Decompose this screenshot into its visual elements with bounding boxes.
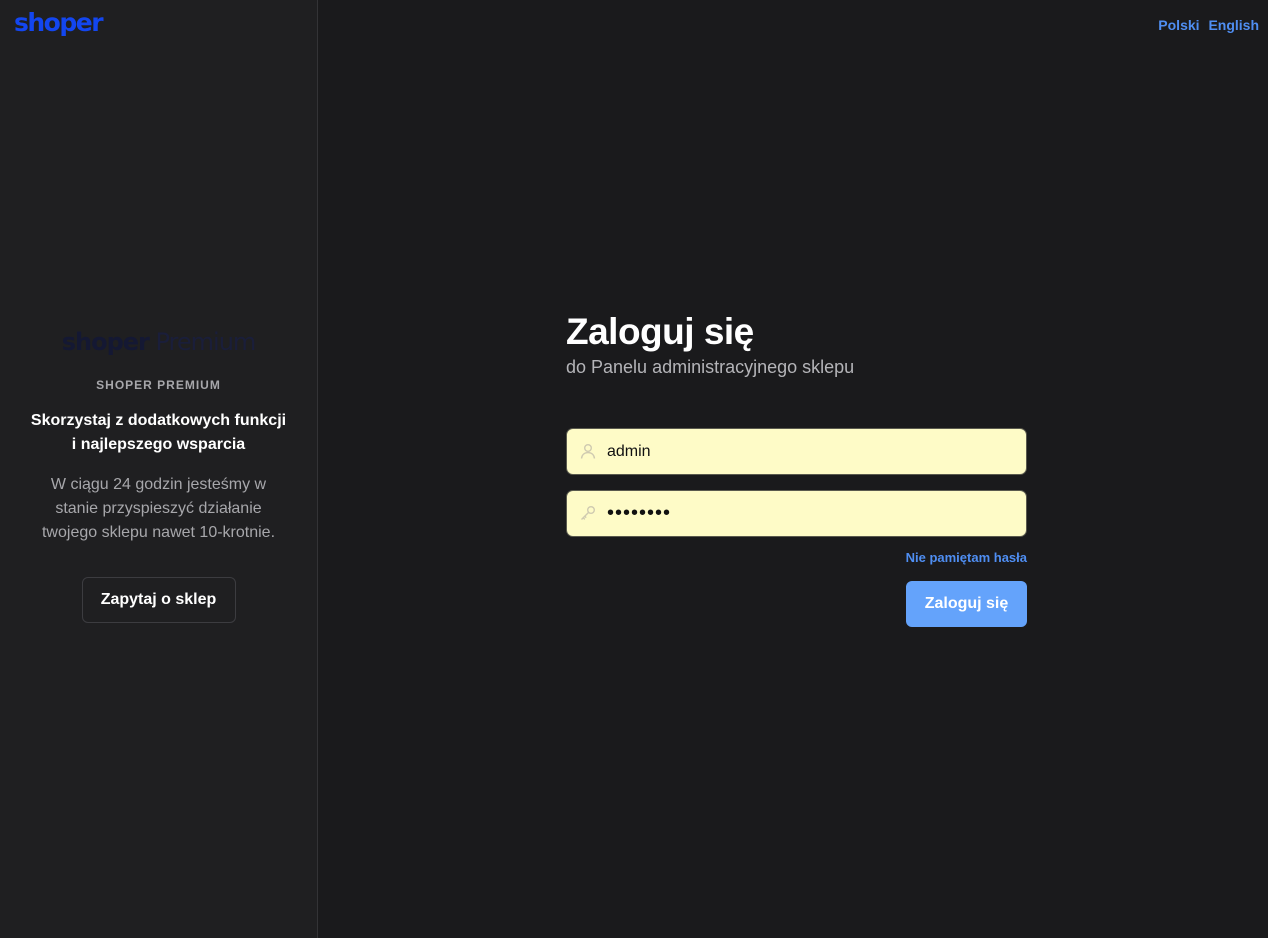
language-switcher: Polski English: [1153, 17, 1259, 33]
ask-about-shop-button[interactable]: Zapytaj o sklep: [81, 577, 236, 623]
key-icon: [581, 506, 595, 520]
language-english-link[interactable]: English: [1208, 17, 1259, 33]
submit-row: Zaloguj się: [566, 581, 1027, 627]
shoper-logo[interactable]: shoper: [14, 8, 104, 37]
user-icon: [580, 444, 596, 459]
password-field[interactable]: [566, 490, 1027, 537]
login-subtitle: do Panelu administracyjnego sklepu: [566, 357, 855, 377]
sidebar: shoper shoper Premium SHOPER PREMIUM Sko…: [0, 0, 318, 938]
username-field[interactable]: [566, 428, 1027, 475]
premium-logo-brand: shoper: [61, 328, 150, 356]
login-submit-button[interactable]: Zaloguj się: [906, 581, 1027, 627]
forgot-password-link[interactable]: Nie pamiętam hasła: [566, 550, 1027, 565]
password-input[interactable]: [607, 491, 1017, 536]
login-title: Zaloguj się: [566, 311, 754, 352]
promo-eyebrow: SHOPER PREMIUM: [96, 378, 221, 392]
login-form: Zaloguj się do Panelu administracyjnego …: [566, 310, 1027, 627]
premium-logo-tier: Premium: [155, 328, 257, 356]
premium-promo: shoper Premium SHOPER PREMIUM Skorzystaj…: [0, 326, 317, 623]
promo-heading: Skorzystaj z dodatkowych funkcji i najle…: [30, 412, 287, 453]
shoper-premium-logo: shoper Premium: [0, 326, 317, 360]
language-polski-link[interactable]: Polski: [1158, 17, 1199, 33]
username-input[interactable]: [607, 429, 1017, 474]
promo-description: W ciągu 24 godzin jesteśmy w stanie przy…: [41, 476, 276, 541]
